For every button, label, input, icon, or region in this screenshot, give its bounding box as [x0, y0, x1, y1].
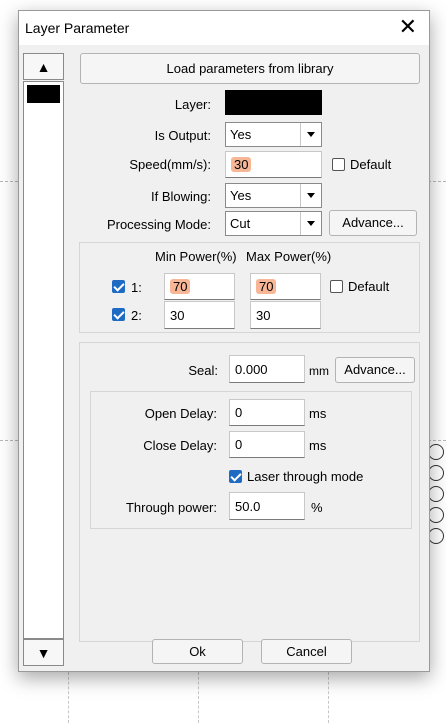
- seal-advance-button[interactable]: Advance...: [335, 357, 415, 383]
- triangle-up-icon: ▲: [36, 58, 51, 75]
- max-power-2-field[interactable]: 30: [250, 301, 321, 329]
- chevron-down-icon: [300, 212, 321, 235]
- layer-parameter-dialog: Layer Parameter ✕ ▲ ▼ Load parameters fr…: [18, 10, 430, 672]
- speed-field[interactable]: 30: [225, 151, 322, 178]
- through-power-field[interactable]: 50.0: [229, 492, 305, 520]
- min-power-1-field[interactable]: 70: [164, 273, 235, 300]
- processing-mode-select[interactable]: Cut: [225, 211, 322, 236]
- if-blowing-select[interactable]: Yes: [225, 183, 322, 208]
- triangle-down-icon: ▼: [36, 644, 51, 661]
- open-delay-field[interactable]: 0: [229, 399, 305, 426]
- canvas-shape: [428, 444, 444, 460]
- canvas-gridline: [0, 181, 18, 182]
- ok-button[interactable]: Ok: [152, 639, 243, 664]
- title-bar: Layer Parameter ✕: [19, 11, 429, 45]
- max-power-header: Max Power(%): [246, 249, 332, 264]
- if-blowing-label: If Blowing:: [151, 189, 211, 204]
- seal-field[interactable]: 0.000: [229, 355, 305, 383]
- close-delay-unit: ms: [309, 438, 327, 453]
- processing-mode-label: Processing Mode:: [106, 217, 211, 232]
- max-power-1-field[interactable]: 70: [250, 273, 321, 300]
- canvas-gridline: [198, 672, 199, 723]
- through-power-unit: %: [311, 500, 323, 515]
- laser-through-mode-label: Laser through mode: [247, 469, 364, 484]
- min-power-header: Min Power(%): [155, 249, 237, 264]
- layer-label: Layer:: [174, 97, 211, 112]
- chevron-down-icon: [300, 184, 321, 207]
- canvas-gridline: [68, 672, 69, 723]
- power-row-2-checkbox[interactable]: [112, 308, 125, 321]
- canvas-shape: [428, 507, 444, 523]
- seal-unit: mm: [309, 364, 329, 378]
- power-default-checkbox[interactable]: [330, 280, 343, 293]
- min-power-2-field[interactable]: 30: [164, 301, 235, 329]
- speed-label: Speed(mm/s):: [129, 157, 211, 172]
- scroll-down-button[interactable]: ▼: [23, 639, 64, 666]
- canvas-gridline: [0, 440, 18, 441]
- if-blowing-value: Yes: [230, 188, 252, 203]
- scroll-up-button[interactable]: ▲: [23, 53, 64, 80]
- canvas-gridline: [428, 440, 446, 441]
- load-from-library-button[interactable]: Load parameters from library: [80, 53, 420, 84]
- layer-list-panel: ▲ ▼: [23, 53, 64, 666]
- canvas-gridline: [328, 672, 329, 723]
- close-delay-value: 0: [235, 437, 243, 452]
- power-default-label: Default: [348, 279, 390, 294]
- seal-label: Seal:: [188, 363, 218, 378]
- canvas-shape: [428, 486, 444, 502]
- canvas-shape: [428, 465, 444, 481]
- is-output-value: Yes: [230, 127, 252, 142]
- layer-list-item[interactable]: [27, 85, 60, 103]
- close-delay-label: Close Delay:: [143, 438, 217, 453]
- max-power-1-value: 70: [256, 279, 277, 294]
- max-power-2-value: 30: [256, 308, 271, 323]
- chevron-down-icon: [300, 123, 321, 146]
- is-output-label: Is Output:: [154, 128, 211, 143]
- min-power-2-value: 30: [170, 308, 185, 323]
- through-power-label: Through power:: [125, 500, 217, 515]
- open-delay-unit: ms: [309, 406, 327, 421]
- open-delay-value: 0: [235, 405, 243, 420]
- power-row-2-label: 2:: [131, 308, 142, 323]
- speed-value: 30: [231, 157, 252, 172]
- through-power-value: 50.0: [235, 499, 261, 514]
- power-row-1-checkbox[interactable]: [112, 280, 125, 293]
- processing-advance-button[interactable]: Advance...: [329, 210, 417, 236]
- processing-mode-value: Cut: [230, 216, 251, 231]
- layer-list[interactable]: [23, 81, 64, 639]
- canvas-gridline: [428, 181, 446, 182]
- cancel-button[interactable]: Cancel: [261, 639, 352, 664]
- min-power-1-value: 70: [170, 279, 191, 294]
- speed-default-checkbox[interactable]: [332, 158, 345, 171]
- close-icon[interactable]: ✕: [399, 15, 417, 39]
- close-delay-field[interactable]: 0: [229, 431, 305, 458]
- power-row-1-label: 1:: [131, 280, 142, 295]
- layer-color-swatch[interactable]: [225, 90, 322, 115]
- canvas-shape: [428, 528, 444, 544]
- laser-through-mode-checkbox[interactable]: [229, 470, 242, 483]
- seal-value: 0.000: [235, 362, 268, 377]
- open-delay-label: Open Delay:: [144, 406, 217, 421]
- speed-default-label: Default: [350, 157, 392, 172]
- dialog-title: Layer Parameter: [25, 20, 130, 36]
- is-output-select[interactable]: Yes: [225, 122, 322, 147]
